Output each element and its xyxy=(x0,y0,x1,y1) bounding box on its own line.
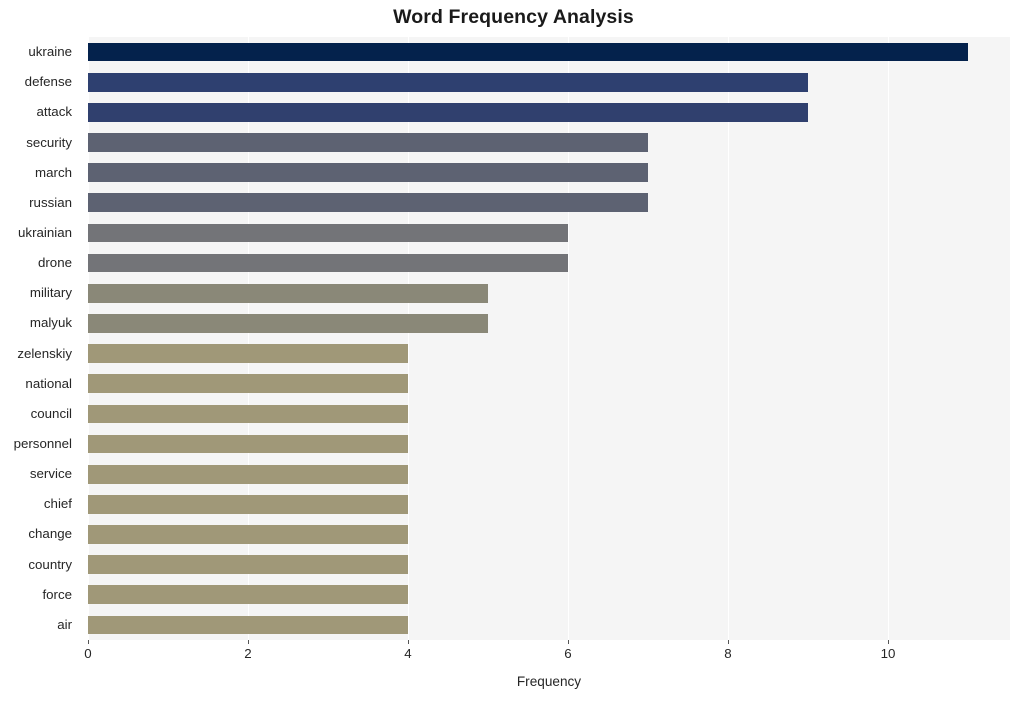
y-tick-label-national: national xyxy=(25,375,72,391)
bar-march xyxy=(88,163,648,183)
bar-country xyxy=(88,555,408,574)
y-tick-label-defense: defense xyxy=(24,74,72,90)
x-tick-mark-0 xyxy=(88,640,89,644)
y-tick-label-drone: drone xyxy=(37,255,72,271)
bar-malyuk xyxy=(88,314,488,333)
bar-service xyxy=(88,464,408,484)
chart-title: Word Frequency Analysis xyxy=(393,6,634,28)
x-tick-mark-8 xyxy=(728,640,729,644)
y-tick-label-security: security xyxy=(26,134,72,150)
x-tick-mark-4 xyxy=(408,640,409,644)
y-tick-label-change: change xyxy=(28,526,72,542)
y-tick-label-military: military xyxy=(29,285,72,301)
x-tick-label-2: 2 xyxy=(244,646,252,661)
x-tick-mark-10 xyxy=(888,640,889,644)
y-tick-label-country: country xyxy=(28,556,72,572)
x-tick-mark-6 xyxy=(568,640,569,644)
y-tick-label-air: air xyxy=(57,616,72,632)
bar-series xyxy=(88,37,1010,640)
y-tick-label-chief: chief xyxy=(43,496,72,512)
bar-ukraine xyxy=(88,42,968,62)
bar-zelenskiy xyxy=(88,344,408,363)
x-tick-label-0: 0 xyxy=(84,646,92,661)
bar-national xyxy=(88,374,408,394)
bar-military xyxy=(88,283,488,303)
y-tick-label-march: march xyxy=(35,164,72,180)
bar-air xyxy=(88,615,408,635)
bar-security xyxy=(88,133,648,152)
y-tick-label-zelenskiy: zelenskiy xyxy=(17,345,72,361)
x-axis-tick-labels: 0 2 4 6 8 10 xyxy=(0,640,1027,670)
bar-russian xyxy=(88,193,648,213)
x-tick-label-4: 4 xyxy=(404,646,412,661)
y-tick-label-malyuk: malyuk xyxy=(29,315,72,331)
y-axis-tick-labels: ukraine defense attack security march russian… xyxy=(0,37,80,640)
y-tick-label-service: service xyxy=(29,466,72,482)
bar-ukrainian xyxy=(88,223,568,243)
x-tick-label-8: 8 xyxy=(724,646,732,661)
y-tick-label-ukraine: ukraine xyxy=(28,44,72,60)
y-tick-label-force: force xyxy=(42,586,72,602)
x-tick-label-6: 6 xyxy=(564,646,572,661)
bar-attack xyxy=(88,103,808,122)
bar-personnel xyxy=(88,434,408,454)
bar-drone xyxy=(88,253,568,273)
y-tick-label-council: council xyxy=(30,405,72,421)
x-tick-label-10: 10 xyxy=(880,646,896,661)
bar-change xyxy=(88,525,408,544)
x-axis-title: Frequency xyxy=(516,674,582,689)
y-tick-label-attack: attack xyxy=(36,104,72,120)
x-tick-mark-2 xyxy=(248,640,249,644)
y-tick-label-personnel: personnel xyxy=(13,436,72,452)
bar-force xyxy=(88,585,408,605)
chart-figure: Word Frequency Analysis ukraine defense at… xyxy=(0,0,1027,701)
bar-chief xyxy=(88,494,408,514)
bar-defense xyxy=(88,72,808,92)
bar-council xyxy=(88,404,408,424)
y-tick-label-ukrainian: ukrainian xyxy=(18,224,72,240)
y-tick-label-russian: russian xyxy=(29,194,72,210)
plot-area xyxy=(88,37,1010,640)
